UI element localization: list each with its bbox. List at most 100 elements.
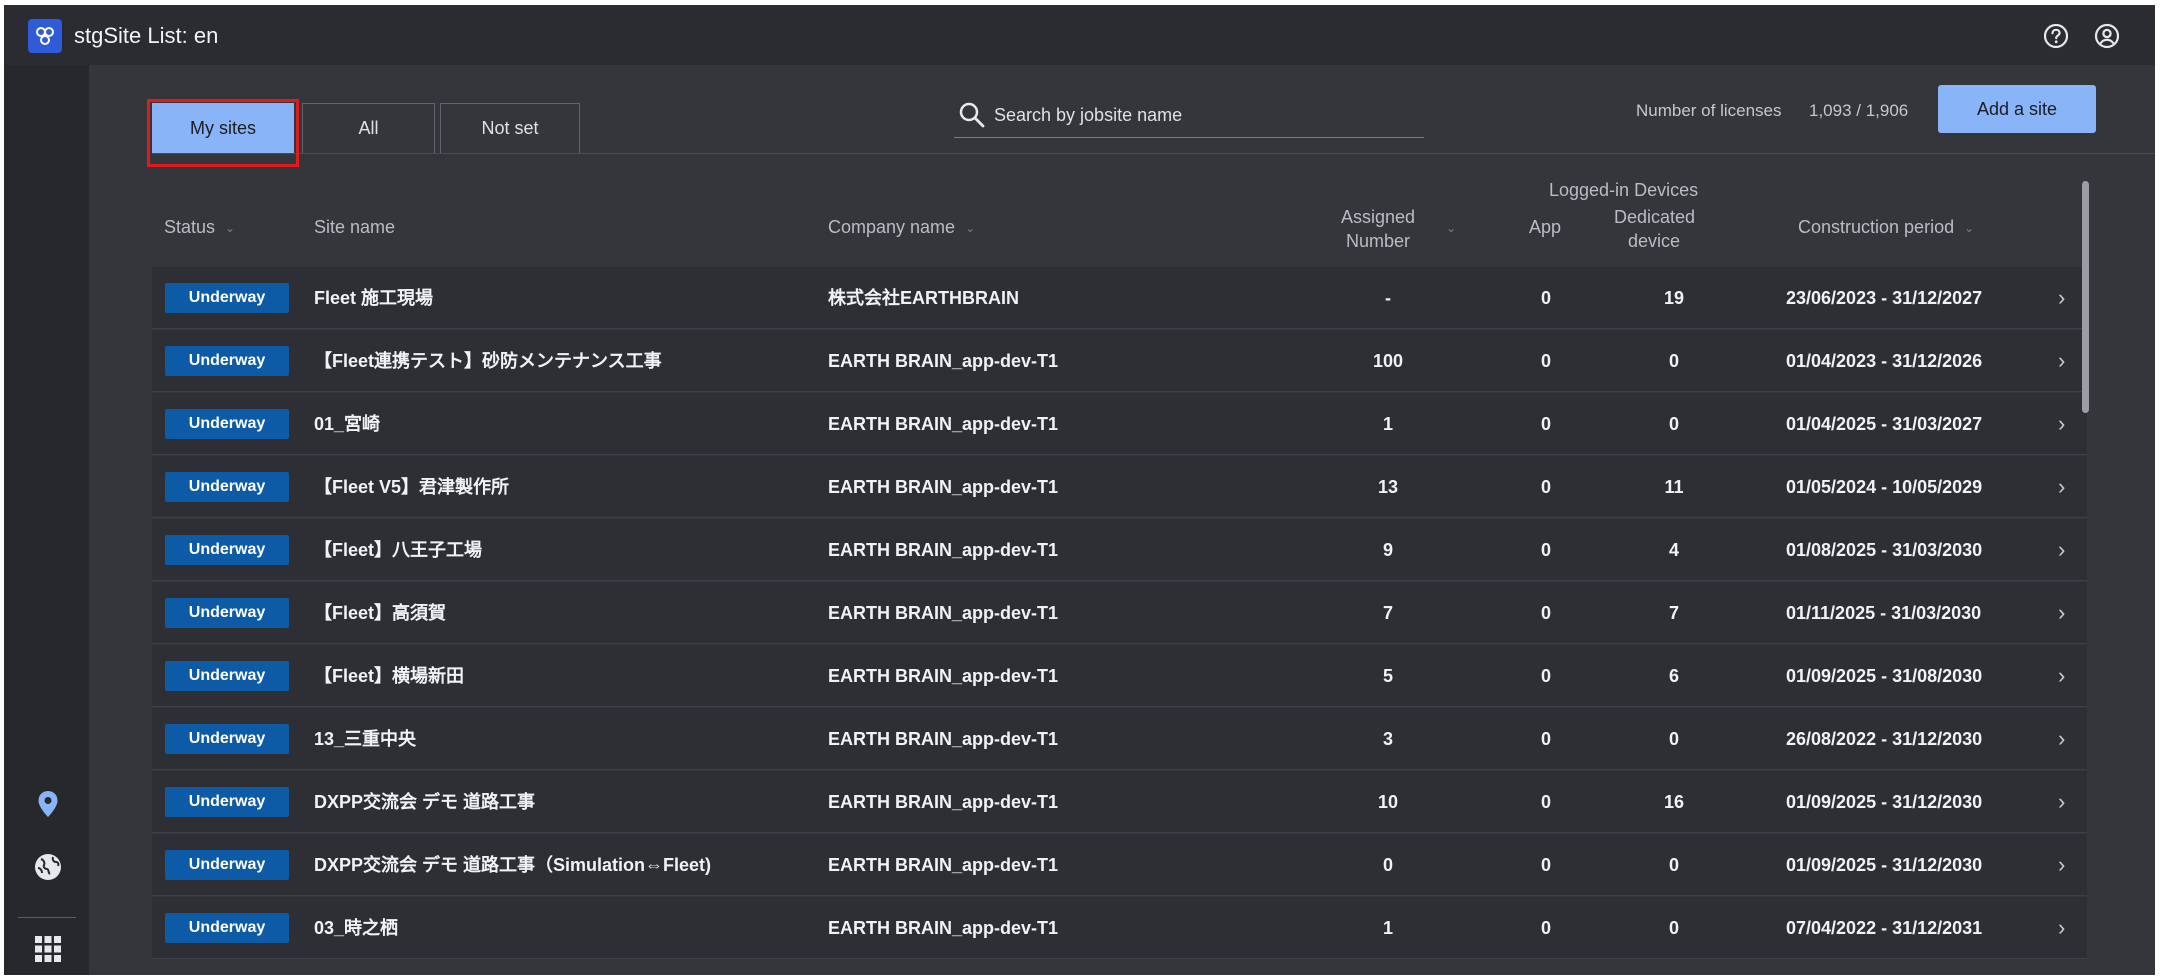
company-name: 株式会社EARTHBRAIN — [828, 288, 1019, 308]
app-count: 0 — [1540, 855, 1551, 875]
dedicated-device-count: 4 — [1668, 540, 1679, 560]
company-name: EARTH BRAIN_app-dev-T1 — [828, 414, 1059, 434]
app-count: 0 — [1540, 666, 1551, 686]
licenses-value: 1,093 / 1,906 — [1809, 101, 1909, 120]
company-name: EARTH BRAIN_app-dev-T1 — [828, 477, 1059, 497]
dedicated-device-count: 16 — [1663, 792, 1685, 812]
app-count: 0 — [1540, 792, 1551, 812]
header-company-label: Company name — [828, 217, 956, 237]
chevron-right-icon[interactable]: › — [2058, 267, 2065, 329]
account-icon[interactable] — [2092, 21, 2122, 51]
table-row[interactable]: Underway 03_時之栖 EARTH BRAIN_app-dev-T1 1… — [152, 897, 2087, 959]
assigned-number: 5 — [1382, 666, 1393, 686]
chevron-right-icon[interactable]: › — [2058, 645, 2065, 707]
status-badge: Underway — [165, 346, 289, 376]
table-row[interactable]: Underway 【Fleet】八王子工場 EARTH BRAIN_app-de… — [152, 519, 2087, 581]
status-badge: Underway — [165, 283, 289, 313]
construction-period: 01/09/2025 - 31/12/2030 — [1786, 855, 1983, 875]
table-row[interactable]: Underway 01_宮崎 EARTH BRAIN_app-dev-T1 1 … — [152, 393, 2087, 455]
apps-grid-icon[interactable] — [32, 933, 64, 965]
construction-period: 01/04/2023 - 31/12/2026 — [1786, 351, 1983, 371]
sort-icon: ⌄ — [225, 221, 236, 236]
app-title: stgSite List: en — [74, 23, 219, 48]
assigned-number: 0 — [1382, 855, 1393, 875]
search-input[interactable] — [992, 97, 1416, 133]
site-name: 【Fleet】八王子工場 — [314, 540, 483, 560]
add-site-button[interactable]: Add a site — [1938, 85, 2096, 133]
tab-all[interactable]: All — [302, 103, 435, 153]
table-row[interactable]: Underway 【Fleet連携テスト】砂防メンテナンス工事 EARTH BR… — [152, 330, 2087, 392]
construction-period: 26/08/2022 - 31/12/2030 — [1786, 729, 1983, 749]
chevron-right-icon[interactable]: › — [2058, 897, 2065, 959]
site-name: 【Fleet V5】君津製作所 — [314, 477, 510, 497]
status-badge: Underway — [165, 787, 289, 817]
dedicated-device-count: 6 — [1668, 666, 1679, 686]
dedicated-device-count: 11 — [1664, 477, 1684, 497]
header-assigned-number[interactable]: Assigned Number — [1338, 205, 1418, 253]
chevron-right-icon[interactable]: › — [2058, 708, 2065, 770]
header-company-name[interactable]: Company name ⌄ — [828, 217, 975, 238]
dedicated-device-count: 0 — [1668, 918, 1679, 938]
company-name: EARTH BRAIN_app-dev-T1 — [828, 792, 1059, 812]
app-count: 0 — [1540, 603, 1551, 623]
status-badge: Underway — [165, 598, 289, 628]
dedicated-device-count: 19 — [1663, 288, 1685, 308]
construction-period: 23/06/2023 - 31/12/2027 — [1786, 288, 1983, 308]
search-icon — [959, 102, 985, 128]
table-row[interactable]: Underway DXPP交流会 デモ 道路工事 EARTH BRAIN_app… — [152, 771, 2087, 833]
app-logo-icon[interactable] — [28, 19, 62, 53]
site-name: 13_三重中央 — [314, 729, 417, 749]
status-badge: Underway — [165, 535, 289, 565]
chevron-right-icon[interactable]: › — [2058, 393, 2065, 455]
scrollbar-thumb[interactable] — [2082, 181, 2089, 413]
assigned-number: 100 — [1372, 351, 1404, 371]
header-app: App — [1529, 217, 1562, 237]
chevron-right-icon[interactable]: › — [2058, 582, 2065, 644]
app-count: 0 — [1540, 351, 1551, 371]
chevron-right-icon[interactable]: › — [2058, 834, 2065, 896]
status-badge: Underway — [165, 913, 289, 943]
tab-not-set[interactable]: Not set — [440, 103, 580, 153]
company-name: EARTH BRAIN_app-dev-T1 — [828, 351, 1059, 371]
header-status[interactable]: Status ⌄ — [164, 217, 235, 238]
app-count: 0 — [1540, 729, 1551, 749]
sort-icon: ⌄ — [965, 221, 976, 236]
chevron-right-icon[interactable]: › — [2058, 456, 2065, 518]
table-row[interactable]: Underway 13_三重中央 EARTH BRAIN_app-dev-T1 … — [152, 708, 2087, 770]
globe-icon[interactable] — [32, 851, 64, 883]
site-name: 【Fleet連携テスト】砂防メンテナンス工事 — [314, 351, 662, 371]
chevron-right-icon[interactable]: › — [2058, 330, 2065, 392]
header-dedicated-device: Dedicated device — [1614, 207, 1696, 251]
site-name: 【Fleet】高須賀 — [314, 603, 447, 623]
rail-divider — [18, 917, 76, 918]
site-name: 03_時之栖 — [314, 918, 399, 938]
company-name: EARTH BRAIN_app-dev-T1 — [828, 540, 1059, 560]
assigned-number: 1 — [1382, 918, 1393, 938]
map-pin-icon[interactable] — [32, 788, 64, 820]
assigned-number: 1 — [1382, 414, 1393, 434]
top-bar: stgSite List: en — [4, 5, 2155, 65]
app-count: 0 — [1540, 477, 1551, 497]
app-count: 0 — [1540, 540, 1551, 560]
sort-icon: ⌄ — [1964, 221, 1975, 236]
chevron-right-icon[interactable]: › — [2058, 519, 2065, 581]
site-name: DXPP交流会 デモ 道路工事 — [314, 792, 536, 812]
header-site-name: Site name — [314, 217, 396, 237]
site-name: 01_宮崎 — [314, 414, 381, 434]
table-row[interactable]: Underway DXPP交流会 デモ 道路工事（Simulation⇔Flee… — [152, 834, 2087, 896]
table-row[interactable]: Underway 【Fleet】高須賀 EARTH BRAIN_app-dev-… — [152, 582, 2087, 644]
table-row[interactable]: Underway Fleet 施工現場 株式会社EARTHBRAIN - 0 1… — [152, 267, 2087, 329]
site-name: 【Fleet】横場新田 — [314, 666, 465, 686]
header-construction-period[interactable]: Construction period ⌄ — [1798, 217, 1974, 238]
construction-period: 01/08/2025 - 31/03/2030 — [1786, 540, 1983, 560]
chevron-right-icon[interactable]: › — [2058, 771, 2065, 833]
table-row[interactable]: Underway 【Fleet】横場新田 EARTH BRAIN_app-dev… — [152, 645, 2087, 707]
dedicated-device-count: 0 — [1668, 414, 1679, 434]
licenses-label: Number of licenses — [1636, 101, 1782, 120]
help-icon[interactable] — [2041, 21, 2071, 51]
table-row[interactable]: Underway 【Fleet V5】君津製作所 EARTH BRAIN_app… — [152, 456, 2087, 518]
app-count: 0 — [1540, 918, 1551, 938]
company-name: EARTH BRAIN_app-dev-T1 — [828, 729, 1059, 749]
sort-icon-assigned[interactable]: ⌄ — [1446, 217, 1456, 238]
status-badge: Underway — [165, 472, 289, 502]
